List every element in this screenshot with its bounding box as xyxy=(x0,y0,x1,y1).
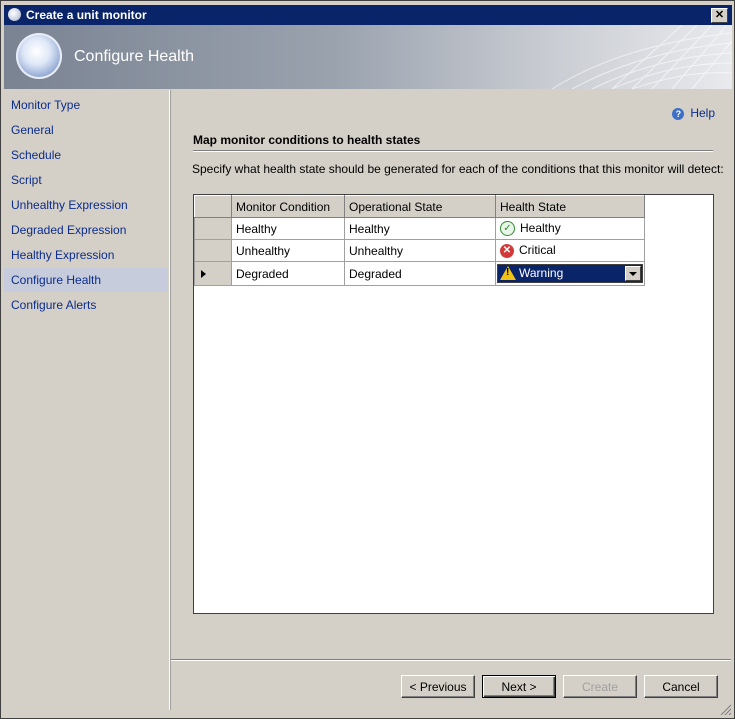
section-divider xyxy=(193,150,713,152)
operational-state-cell[interactable]: Unhealthy xyxy=(344,239,496,262)
health-state-cell[interactable]: ✓ Healthy xyxy=(495,217,645,240)
help-link[interactable]: ? Help xyxy=(672,106,715,120)
table-row[interactable]: Healthy Healthy ✓ Healthy xyxy=(194,217,645,240)
nav-item-script[interactable]: Script xyxy=(4,168,168,192)
table-row[interactable]: Unhealthy Unhealthy ✕ Critical xyxy=(194,239,645,262)
dropdown-selected-value: Warning xyxy=(519,266,564,280)
grid-header-row: Monitor Condition Operational State Heal… xyxy=(194,195,645,218)
nav-item-monitor-type[interactable]: Monitor Type xyxy=(4,93,168,117)
close-button[interactable]: ✕ xyxy=(711,8,728,23)
monitor-condition-cell[interactable]: Healthy xyxy=(231,217,345,240)
nav-item-healthy-expression[interactable]: Healthy Expression xyxy=(4,243,168,267)
nav-item-configure-alerts[interactable]: Configure Alerts xyxy=(4,293,168,317)
chevron-down-icon[interactable] xyxy=(625,266,641,281)
row-header-cell[interactable] xyxy=(194,261,232,286)
nav-item-schedule[interactable]: Schedule xyxy=(4,143,168,167)
operational-state-cell[interactable]: Degraded xyxy=(344,261,496,286)
header-banner: Configure Health xyxy=(4,25,732,89)
column-header-health-state[interactable]: Health State xyxy=(495,195,645,218)
check-icon: ✓ xyxy=(500,221,515,237)
help-label: Help xyxy=(690,106,715,120)
current-row-indicator-icon xyxy=(201,269,206,278)
health-state-dropdown[interactable]: ! Warning xyxy=(497,264,643,283)
window-title: Create a unit monitor xyxy=(26,8,147,22)
table-row[interactable]: Degraded Degraded ! Warning xyxy=(194,261,645,286)
title-bar[interactable]: Create a unit monitor ✕ xyxy=(4,5,732,25)
error-icon: ✕ xyxy=(500,243,514,258)
main-content: ? Help Map monitor conditions to health s… xyxy=(171,90,731,710)
health-state-label: Healthy xyxy=(520,220,561,235)
previous-button[interactable]: < Previous xyxy=(401,675,475,698)
app-icon xyxy=(8,8,21,21)
health-state-cell[interactable]: ! Warning xyxy=(495,261,645,286)
row-header-cell[interactable] xyxy=(194,217,232,240)
help-icon: ? xyxy=(672,107,685,120)
page-title: Configure Health xyxy=(74,48,195,65)
nav-item-configure-health[interactable]: Configure Health xyxy=(4,268,168,292)
dialog-window: Create a unit monitor ✕ Configure Health… xyxy=(0,0,735,719)
health-state-cell[interactable]: ✕ Critical xyxy=(495,239,645,262)
nav-item-degraded-expression[interactable]: Degraded Expression xyxy=(4,218,168,242)
operational-state-cell[interactable]: Healthy xyxy=(344,217,496,240)
instruction-text: Specify what health state should be gene… xyxy=(192,162,724,176)
column-header-operational-state[interactable]: Operational State xyxy=(344,195,496,218)
cancel-button[interactable]: Cancel xyxy=(644,675,718,698)
wizard-steps-sidebar: Monitor Type General Schedule Script Unh… xyxy=(4,90,170,710)
grid-corner-cell xyxy=(194,195,232,218)
resize-grip-icon[interactable] xyxy=(720,704,732,716)
health-mapping-grid: Monitor Condition Operational State Heal… xyxy=(193,194,714,614)
monitor-condition-cell[interactable]: Degraded xyxy=(231,261,345,286)
create-button[interactable]: Create xyxy=(563,675,637,698)
footer-divider xyxy=(171,659,731,661)
health-state-label: Critical xyxy=(519,243,556,258)
monitor-condition-cell[interactable]: Unhealthy xyxy=(231,239,345,262)
decorative-grid-graphic xyxy=(551,25,732,89)
nav-item-general[interactable]: General xyxy=(4,118,168,142)
row-header-cell[interactable] xyxy=(194,239,232,262)
column-header-monitor-condition[interactable]: Monitor Condition xyxy=(231,195,345,218)
nav-item-unhealthy-expression[interactable]: Unhealthy Expression xyxy=(4,193,168,217)
wizard-orb-icon xyxy=(16,33,62,79)
next-button[interactable]: Next > xyxy=(482,675,556,698)
section-title: Map monitor conditions to health states xyxy=(193,133,421,147)
